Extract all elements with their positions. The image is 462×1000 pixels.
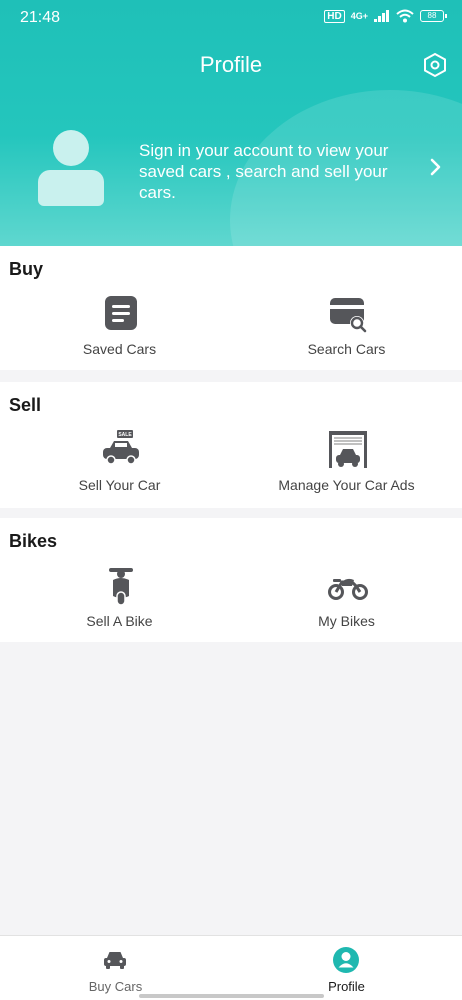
avatar-body bbox=[38, 170, 104, 206]
manage-car-ads-label: Manage Your Car Ads bbox=[278, 477, 415, 493]
signal-icon bbox=[374, 10, 389, 22]
avatar-head bbox=[53, 130, 89, 166]
nav-buy-cars[interactable]: Buy Cars bbox=[0, 936, 231, 1000]
my-bikes-button[interactable]: My Bikes bbox=[231, 552, 462, 642]
search-cars-button[interactable]: Search Cars bbox=[231, 280, 462, 370]
settings-icon[interactable] bbox=[422, 52, 448, 78]
battery-icon: 88 bbox=[420, 10, 447, 22]
section-title-bikes: Bikes bbox=[9, 531, 58, 551]
motorcycle-icon bbox=[328, 578, 368, 600]
garage-icon bbox=[329, 431, 367, 468]
sale-car-icon: SALE bbox=[103, 430, 139, 465]
signin-message[interactable]: Sign in your account to view your saved … bbox=[139, 140, 429, 203]
page-title: Profile bbox=[199, 52, 263, 77]
hd-icon: HD bbox=[324, 9, 345, 23]
saved-cars-icon bbox=[105, 296, 137, 330]
section-title-buy: Buy bbox=[9, 259, 44, 279]
search-cars-label: Search Cars bbox=[307, 341, 386, 357]
saved-cars-button[interactable]: Saved Cars bbox=[4, 280, 235, 370]
my-bikes-label: My Bikes bbox=[318, 613, 375, 629]
sell-your-car-button[interactable]: SALE Sell Your Car bbox=[4, 416, 235, 506]
home-indicator[interactable] bbox=[139, 994, 324, 998]
profile-icon bbox=[333, 947, 359, 973]
scooter-icon bbox=[109, 568, 133, 606]
sell-a-bike-label: Sell A Bike bbox=[86, 613, 153, 629]
wifi-icon bbox=[396, 9, 414, 23]
nav-profile[interactable]: Profile bbox=[231, 936, 462, 1000]
nav-buy-cars-label: Buy Cars bbox=[88, 979, 143, 994]
status-time: 21:48 bbox=[20, 9, 61, 26]
bikes-section: Bikes Sell A Bike My Bikes bbox=[0, 518, 462, 642]
svg-text:SALE: SALE bbox=[118, 432, 132, 438]
sell-your-car-label: Sell Your Car bbox=[78, 477, 161, 493]
car-icon bbox=[104, 952, 126, 969]
buy-section: Buy Saved Cars Search Cars bbox=[0, 246, 462, 370]
section-title-sell: Sell bbox=[9, 395, 42, 415]
saved-cars-label: Saved Cars bbox=[82, 341, 157, 357]
status-icons: HD 4G+ 88 bbox=[324, 9, 447, 23]
avatar-icon[interactable] bbox=[38, 130, 104, 206]
sell-a-bike-button[interactable]: Sell A Bike bbox=[4, 552, 235, 642]
chevron-right-icon[interactable] bbox=[428, 157, 444, 177]
profile-header: 21:48 HD 4G+ 88 Profile Sign in your acc… bbox=[0, 0, 462, 246]
sell-section: Sell SALE Sell Your Car Manage Your Car … bbox=[0, 382, 462, 508]
network-label: 4G+ bbox=[350, 10, 368, 21]
bottom-nav: Buy Cars Profile bbox=[0, 935, 462, 1000]
nav-profile-label: Profile bbox=[328, 979, 365, 994]
manage-car-ads-button[interactable]: Manage Your Car Ads bbox=[231, 416, 462, 506]
search-cars-icon bbox=[330, 298, 367, 333]
status-bar: 21:48 HD 4G+ 88 bbox=[0, 0, 462, 36]
